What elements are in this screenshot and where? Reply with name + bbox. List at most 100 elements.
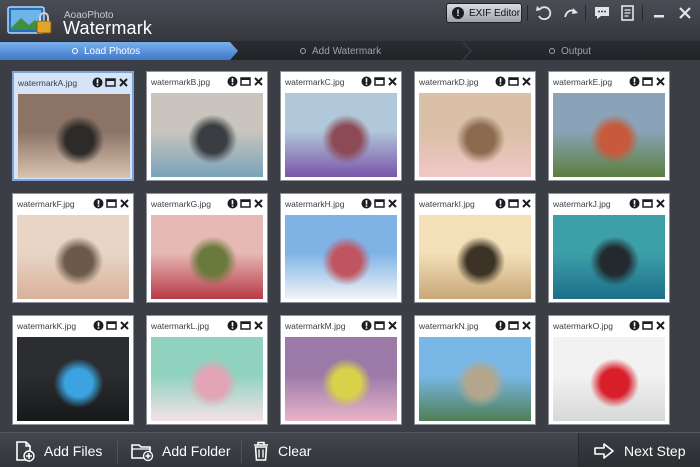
photo-tile[interactable]: watermarkB.jpg	[146, 71, 268, 181]
info-icon[interactable]	[227, 198, 238, 209]
photo-tile-header: watermarkE.jpg	[549, 72, 669, 92]
remove-photo-icon[interactable]	[655, 320, 666, 331]
maximize-icon[interactable]	[374, 198, 385, 209]
bottom-toolbar: Add Files Add Folder Clear Next Step	[0, 432, 700, 467]
photo-tile[interactable]: watermarkI.jpg	[414, 193, 536, 303]
exclamation-icon: !	[452, 7, 464, 19]
photo-filename: watermarkC.jpg	[285, 77, 345, 87]
remove-photo-icon[interactable]	[253, 198, 264, 209]
clear-label: Clear	[278, 442, 312, 459]
maximize-icon[interactable]	[508, 76, 519, 87]
maximize-icon[interactable]	[642, 76, 653, 87]
chat-icon[interactable]	[592, 4, 612, 22]
minimize-icon[interactable]	[649, 4, 669, 22]
photo-tile[interactable]: watermarkG.jpg	[146, 193, 268, 303]
maximize-icon[interactable]	[240, 76, 251, 87]
info-icon[interactable]	[361, 76, 372, 87]
remove-photo-icon[interactable]	[521, 198, 532, 209]
info-icon[interactable]	[629, 76, 640, 87]
remove-photo-icon[interactable]	[521, 76, 532, 87]
photo-tile[interactable]: watermarkC.jpg	[280, 71, 402, 181]
info-icon[interactable]	[495, 76, 506, 87]
step-label: Output	[561, 45, 592, 57]
info-icon[interactable]	[361, 198, 372, 209]
next-step-button[interactable]: Next Step	[578, 433, 700, 467]
photo-thumbnail	[17, 215, 129, 299]
photo-tile[interactable]: watermarkA.jpg	[12, 71, 134, 181]
redo-icon[interactable]	[561, 4, 581, 22]
photo-tile[interactable]: watermarkJ.jpg	[548, 193, 670, 303]
photo-tile[interactable]: watermarkM.jpg	[280, 315, 402, 425]
maximize-icon[interactable]	[240, 320, 251, 331]
photo-thumbnail	[419, 93, 531, 177]
maximize-icon[interactable]	[106, 198, 117, 209]
add-files-label: Add Files	[44, 442, 103, 459]
title-bar: AoaoPhoto Watermark ! EXIF Editor	[0, 0, 700, 42]
maximize-icon[interactable]	[508, 320, 519, 331]
maximize-icon[interactable]	[240, 198, 251, 209]
remove-photo-icon[interactable]	[655, 76, 666, 87]
remove-photo-icon[interactable]	[253, 76, 264, 87]
photo-tile[interactable]: watermarkD.jpg	[414, 71, 536, 181]
add-files-button[interactable]: Add Files	[14, 433, 102, 467]
remove-photo-icon[interactable]	[521, 320, 532, 331]
maximize-icon[interactable]	[374, 320, 385, 331]
remove-photo-icon[interactable]	[253, 320, 264, 331]
info-icon[interactable]	[629, 198, 640, 209]
maximize-icon[interactable]	[642, 320, 653, 331]
photo-tile[interactable]: watermarkO.jpg	[548, 315, 670, 425]
step-add-watermark[interactable]: Add Watermark	[300, 42, 381, 60]
photo-thumbnail	[553, 337, 665, 421]
maximize-icon[interactable]	[106, 320, 117, 331]
photo-tile-header: watermarkO.jpg	[549, 316, 669, 336]
photo-filename: watermarkA.jpg	[18, 78, 78, 88]
add-folder-button[interactable]: Add Folder	[130, 433, 230, 467]
photo-tile[interactable]: watermarkN.jpg	[414, 315, 536, 425]
maximize-icon[interactable]	[642, 198, 653, 209]
info-icon[interactable]	[495, 198, 506, 209]
info-icon[interactable]	[361, 320, 372, 331]
remove-photo-icon[interactable]	[655, 198, 666, 209]
remove-photo-icon[interactable]	[118, 77, 129, 88]
toolbar-divider	[241, 439, 242, 463]
info-icon[interactable]	[93, 320, 104, 331]
photo-thumbnail	[151, 215, 263, 299]
maximize-icon[interactable]	[105, 77, 116, 88]
photo-thumbnail	[18, 94, 130, 178]
note-icon[interactable]	[618, 4, 638, 22]
remove-photo-icon[interactable]	[119, 198, 130, 209]
maximize-icon[interactable]	[508, 198, 519, 209]
info-icon[interactable]	[92, 77, 103, 88]
info-icon[interactable]	[93, 198, 104, 209]
photo-tile-header: watermarkJ.jpg	[549, 194, 669, 214]
info-icon[interactable]	[629, 320, 640, 331]
photo-tile[interactable]: watermarkF.jpg	[12, 193, 134, 303]
remove-photo-icon[interactable]	[387, 320, 398, 331]
photo-tile[interactable]: watermarkL.jpg	[146, 315, 268, 425]
info-icon[interactable]	[495, 320, 506, 331]
photo-tile[interactable]: watermarkK.jpg	[12, 315, 134, 425]
remove-photo-icon[interactable]	[387, 76, 398, 87]
info-icon[interactable]	[227, 320, 238, 331]
photo-tile[interactable]: watermarkE.jpg	[548, 71, 670, 181]
maximize-icon[interactable]	[374, 76, 385, 87]
photo-tile-header: watermarkL.jpg	[147, 316, 267, 336]
info-icon[interactable]	[227, 76, 238, 87]
clear-button[interactable]: Clear	[252, 433, 311, 467]
step-load-photos[interactable]: Load Photos	[72, 42, 140, 60]
photo-filename: watermarkB.jpg	[151, 77, 211, 87]
step-dot-icon	[300, 48, 306, 54]
remove-photo-icon[interactable]	[119, 320, 130, 331]
toolbar-divider	[527, 5, 528, 21]
photo-actions	[495, 198, 531, 209]
step-dot-icon	[72, 48, 78, 54]
photo-filename: watermarkJ.jpg	[553, 199, 611, 209]
photo-actions	[227, 76, 263, 87]
undo-icon[interactable]	[534, 4, 554, 22]
close-icon[interactable]	[675, 4, 695, 22]
photo-actions	[93, 320, 129, 331]
remove-photo-icon[interactable]	[387, 198, 398, 209]
step-output[interactable]: Output	[549, 42, 591, 60]
photo-tile[interactable]: watermarkH.jpg	[280, 193, 402, 303]
exif-editor-button[interactable]: ! EXIF Editor	[446, 3, 522, 23]
